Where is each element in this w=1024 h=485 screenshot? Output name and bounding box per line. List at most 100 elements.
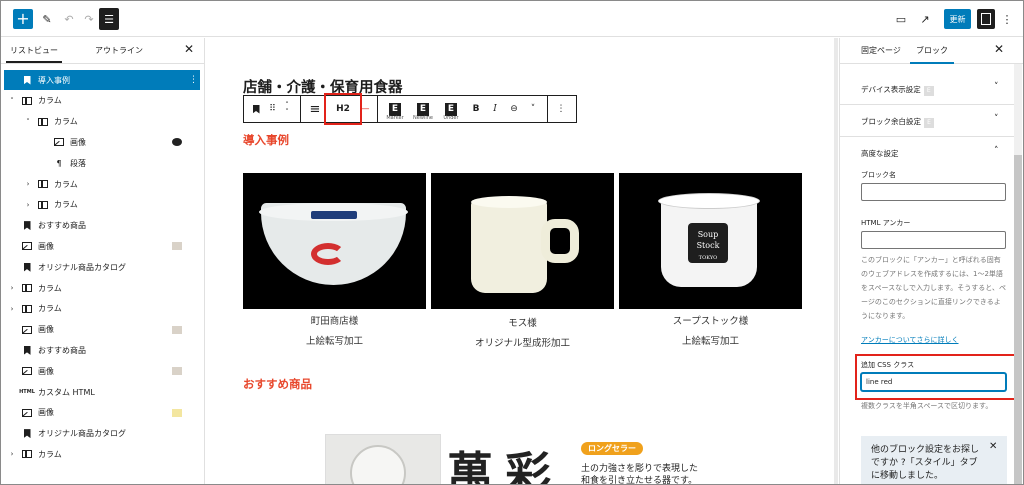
page-title[interactable]: 店舗・介護・保育用食器 xyxy=(243,76,403,97)
list-view-item[interactable]: ¶ 段落 xyxy=(4,153,200,173)
newline-e-icon: E xyxy=(417,102,429,116)
newline-button[interactable]: E Newline xyxy=(410,96,436,122)
paragraph-icon: ¶ xyxy=(56,158,62,168)
image-icon xyxy=(22,241,32,251)
list-view-item[interactable]: ˅ カラム xyxy=(4,91,200,111)
list-view-item[interactable]: 導入事例 ⋮ xyxy=(4,70,200,90)
bold-button[interactable]: B xyxy=(469,96,483,122)
section-heading-cases[interactable]: 導入事例 xyxy=(243,132,289,148)
columns-icon xyxy=(38,117,48,127)
chevron-right-icon[interactable]: › xyxy=(24,180,32,188)
close-icon[interactable]: ✕ xyxy=(184,42,194,56)
chevron-right-icon[interactable]: › xyxy=(8,305,16,313)
document-overview-button[interactable]: ☰ xyxy=(99,8,119,30)
top-toolbar: + ✎ ↶ ↷ ☰ ▭ ↗ 更新 ⋮ xyxy=(1,1,1023,37)
tab-list-view[interactable]: リストビュー xyxy=(6,45,62,63)
advanced-section-header[interactable]: 高度な設定 ˄ xyxy=(840,137,1014,169)
list-view-item[interactable]: HTML カスタム HTML xyxy=(4,382,200,402)
list-view-item[interactable]: 画像 xyxy=(4,361,200,381)
long-seller-badge: ロングセラー xyxy=(581,442,643,455)
case-image-soupstock[interactable]: Soup Stock TOKYO xyxy=(619,173,802,309)
plate-photo xyxy=(325,434,441,484)
chevron-down-icon[interactable]: ˅ xyxy=(8,97,16,105)
html-anchor-input[interactable] xyxy=(861,231,1006,249)
edit-tool-icon[interactable]: ✎ xyxy=(39,7,55,31)
view-page-icon[interactable]: ↗ xyxy=(918,7,932,31)
options-menu-icon[interactable]: ⋮ xyxy=(1001,7,1013,31)
case-caption-name[interactable]: スープストック様 xyxy=(619,313,802,327)
bookmark-icon[interactable] xyxy=(248,96,264,122)
case-caption-detail[interactable]: オリジナル型成形加工 xyxy=(431,335,614,349)
list-view-item[interactable]: › カラム xyxy=(4,195,200,215)
tab-page[interactable]: 固定ページ xyxy=(861,45,901,56)
canvas-scrollbar[interactable] xyxy=(834,38,838,484)
list-view-item[interactable]: オリジナル商品カタログ xyxy=(4,257,200,277)
case-image-mos[interactable] xyxy=(431,173,614,309)
chevron-right-icon[interactable]: › xyxy=(24,201,32,209)
list-view-item[interactable]: › カラム xyxy=(4,174,200,194)
preview-icon[interactable]: ▭ xyxy=(894,7,908,31)
block-toolbar: ⠿ ˄ ˅ ≡ H2 — E Marker E Newline E Under B I … xyxy=(243,95,577,123)
tab-block[interactable]: ブロック xyxy=(910,45,954,64)
list-view-item[interactable]: おすすめ商品 xyxy=(4,340,200,360)
sidebar-scrollbar-thumb[interactable] xyxy=(1014,155,1022,484)
chevron-down-icon[interactable]: ˅ xyxy=(24,118,32,126)
anchor-learn-more-link[interactable]: アンカーについてさらに詳しく xyxy=(861,335,959,345)
bookmark-icon xyxy=(22,345,32,355)
list-view-item[interactable]: 画像 xyxy=(4,320,200,340)
list-view-item[interactable]: 画像 xyxy=(4,236,200,256)
block-name-input[interactable] xyxy=(861,183,1006,201)
link-icon[interactable]: ⊖ xyxy=(506,96,522,122)
move-up-down-icon[interactable]: ˄ ˅ xyxy=(282,96,292,122)
device-display-section[interactable]: デバイス表示設定 E ˅ xyxy=(840,73,1014,105)
case-image-machida[interactable] xyxy=(243,173,426,309)
chevron-right-icon[interactable]: › xyxy=(8,450,16,458)
update-button[interactable]: 更新 xyxy=(944,9,971,29)
undo-icon[interactable]: ↶ xyxy=(61,7,77,31)
list-view-item-label: カラム xyxy=(38,304,62,314)
list-view-item[interactable]: オリジナル商品カタログ xyxy=(4,424,200,444)
list-view-item[interactable]: › カラム xyxy=(4,444,200,464)
case-caption-name[interactable]: 町田商店様 xyxy=(243,313,426,327)
editor-canvas[interactable]: 店舗・介護・保育用食器 ⠿ ˄ ˅ ≡ H2 — E Marker E Newline… xyxy=(206,38,838,484)
block-margin-section[interactable]: ブロック余白設定 E ˅ xyxy=(840,105,1014,137)
catalog-banner-image[interactable]: 萬彩 ロングセラー 土の力強さを彫りで表現した 和食を引き立たせる器です。 xyxy=(325,434,748,484)
section-title: デバイス表示設定 E xyxy=(861,84,934,96)
settings-panel-toggle-icon[interactable] xyxy=(977,9,995,29)
list-view-item[interactable]: ˅ カラム xyxy=(4,112,200,132)
highlight-box-css xyxy=(855,354,1019,400)
thumbnail-image xyxy=(172,138,182,147)
redo-icon[interactable]: ↷ xyxy=(81,7,97,31)
html-anchor-label: HTML アンカー xyxy=(861,219,911,227)
list-view-item[interactable]: おすすめ商品 xyxy=(4,216,200,236)
close-icon[interactable]: ✕ xyxy=(994,42,1004,56)
chevron-down-icon[interactable]: ˅ xyxy=(527,96,539,122)
marker-button[interactable]: E Marker xyxy=(382,96,408,122)
css-help-text: 複数クラスを半角スペースで区切ります。 xyxy=(861,402,993,410)
case-caption-name[interactable]: モス様 xyxy=(431,315,614,329)
under-e-icon: E xyxy=(445,102,457,116)
columns-icon xyxy=(22,449,32,459)
italic-button[interactable]: I xyxy=(488,96,502,122)
case-caption-detail[interactable]: 上絵転写加工 xyxy=(619,333,802,347)
mug-image xyxy=(471,196,579,293)
list-view-item[interactable]: 画像 xyxy=(4,132,200,152)
section-heading-recommend[interactable]: おすすめ商品 xyxy=(243,376,312,392)
close-icon[interactable]: ✕ xyxy=(989,440,997,453)
list-view-item[interactable]: 画像 xyxy=(4,403,200,423)
add-block-button[interactable]: + xyxy=(13,9,33,29)
list-view-item[interactable]: › カラム xyxy=(4,299,200,319)
align-icon[interactable]: ≡ xyxy=(306,96,324,122)
chevron-right-icon[interactable]: › xyxy=(8,284,16,292)
list-view-item[interactable]: › カラム xyxy=(4,278,200,298)
chevron-down-icon: ˅ xyxy=(994,82,999,92)
under-button[interactable]: E Under xyxy=(438,96,464,122)
tab-outline[interactable]: アウトライン xyxy=(95,45,143,56)
case-caption-detail[interactable]: 上絵転写加工 xyxy=(243,333,426,347)
item-options-icon[interactable]: ⋮ xyxy=(189,75,198,85)
list-view-tabs: リストビュー アウトライン ✕ xyxy=(1,38,204,64)
image-icon xyxy=(22,366,32,376)
block-options-icon[interactable]: ⋮ xyxy=(554,96,568,122)
drag-handle-icon[interactable]: ⠿ xyxy=(266,96,278,122)
list-view-item-label: 画像 xyxy=(70,137,86,147)
